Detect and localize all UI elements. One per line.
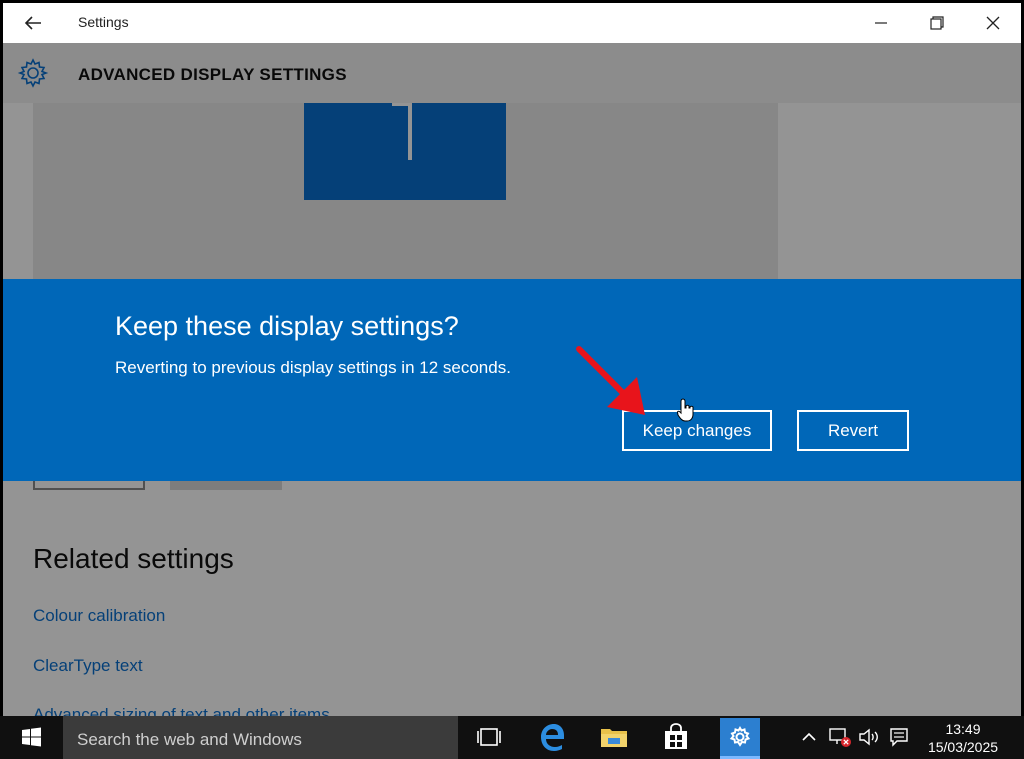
- store-icon[interactable]: [659, 720, 693, 754]
- search-box[interactable]: Search the web and Windows: [63, 716, 458, 759]
- settings-gear-icon: [729, 726, 751, 747]
- clock-date: 15/03/2025: [927, 739, 999, 755]
- volume-icon[interactable]: [857, 726, 881, 748]
- keep-settings-dialog: Keep these display settings? Reverting t…: [3, 279, 1021, 481]
- hand-cursor-icon: [677, 398, 694, 422]
- edge-browser-icon[interactable]: [535, 720, 569, 754]
- minimize-icon[interactable]: [867, 9, 895, 37]
- windows-start-icon[interactable]: [0, 716, 63, 759]
- file-explorer-icon[interactable]: [597, 720, 631, 754]
- system-clock[interactable]: 13:49 15/03/2025: [918, 720, 1008, 756]
- title-bar: Settings: [3, 3, 1021, 43]
- settings-window: Settings ADVANCED DISPLAY SETTINGS Relat…: [0, 0, 1024, 716]
- action-center-icon[interactable]: [889, 726, 909, 748]
- taskbar: Search the web and Windows 13:49 15/03/2…: [0, 716, 1024, 759]
- revert-button[interactable]: Revert: [797, 410, 909, 451]
- task-view-icon[interactable]: [472, 720, 506, 754]
- back-arrow-icon[interactable]: [21, 11, 45, 35]
- restore-icon[interactable]: [923, 9, 951, 37]
- window-title: Settings: [78, 14, 129, 30]
- dialog-message: Reverting to previous display settings i…: [115, 358, 511, 377]
- annotation-arrow-icon: [576, 346, 645, 415]
- network-error-icon[interactable]: [828, 726, 852, 748]
- dialog-title: Keep these display settings?: [115, 311, 459, 341]
- chevron-up-icon[interactable]: [800, 726, 818, 748]
- close-icon[interactable]: [979, 9, 1007, 37]
- clock-time: 13:49: [945, 721, 981, 737]
- settings-taskbar-button[interactable]: [720, 718, 760, 756]
- search-placeholder: Search the web and Windows: [77, 730, 302, 749]
